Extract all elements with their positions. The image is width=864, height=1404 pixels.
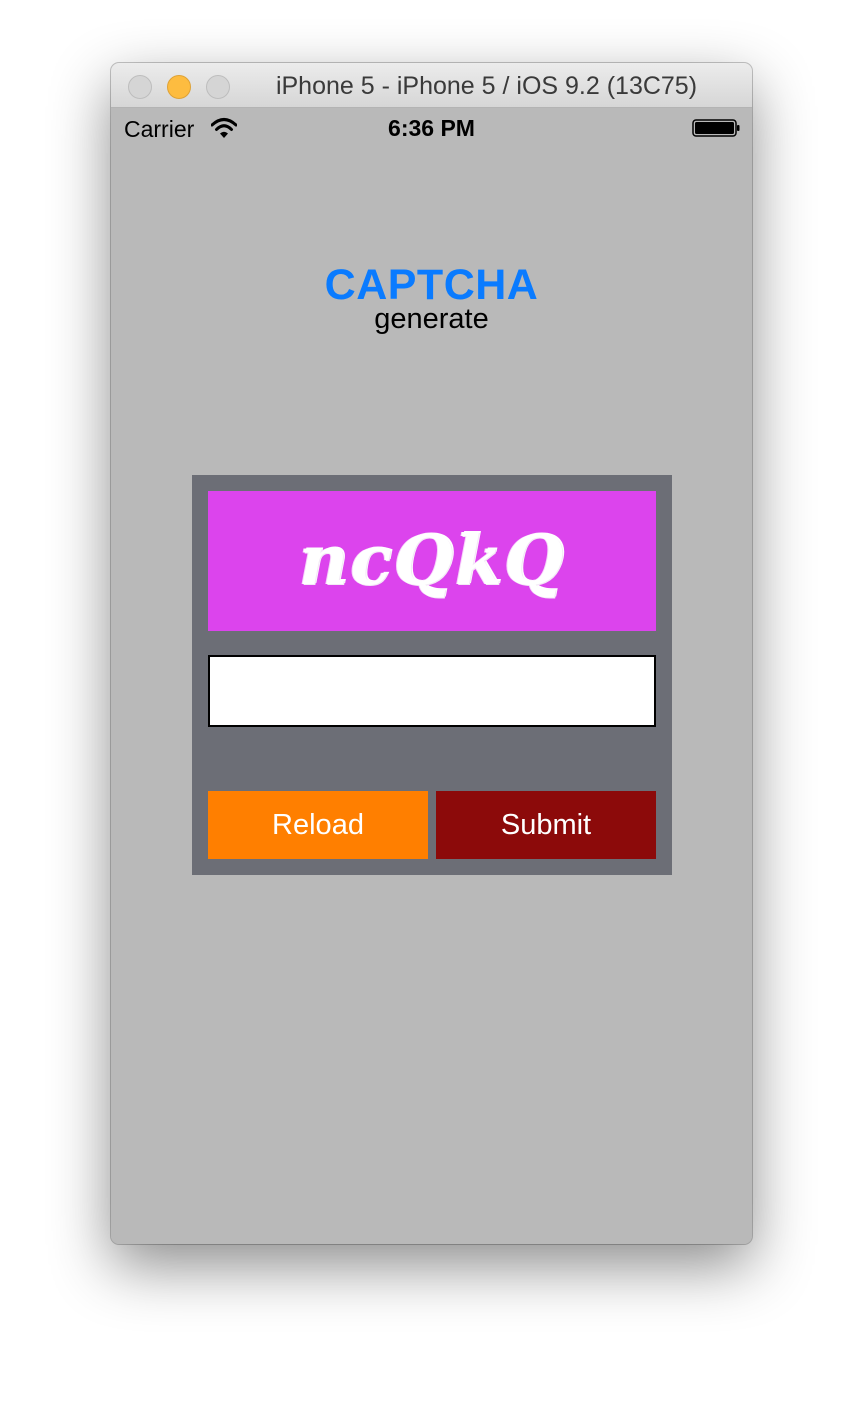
status-bar: Carrier 6:36 PM	[111, 108, 752, 148]
submit-button[interactable]: Submit	[436, 791, 656, 859]
window-title: iPhone 5 - iPhone 5 / iOS 9.2 (13C75)	[275, 72, 698, 100]
captcha-panel: ncQkQ Reload Submit	[192, 475, 672, 875]
captcha-answer-input[interactable]	[208, 655, 656, 727]
reload-button[interactable]: Reload	[208, 791, 428, 859]
battery-full-icon	[692, 119, 740, 137]
window-titlebar[interactable]: iPhone 5 - iPhone 5 / iOS 9.2 (13C75)	[111, 63, 752, 108]
captcha-code: ncQkQ	[298, 521, 566, 601]
zoom-window-button[interactable]	[206, 75, 230, 99]
minimize-window-button[interactable]	[167, 75, 191, 99]
clock-time: 6:36 PM	[388, 115, 475, 141]
close-window-button[interactable]	[128, 75, 152, 99]
simulator-window: iPhone 5 - iPhone 5 / iOS 9.2 (13C75) Ca…	[111, 63, 752, 1244]
phone-screen: Carrier 6:36 PM CAPTCHA generate ncQkQ R…	[111, 108, 752, 1244]
app-subtitle: generate	[374, 303, 489, 335]
captcha-image: ncQkQ	[208, 491, 656, 631]
